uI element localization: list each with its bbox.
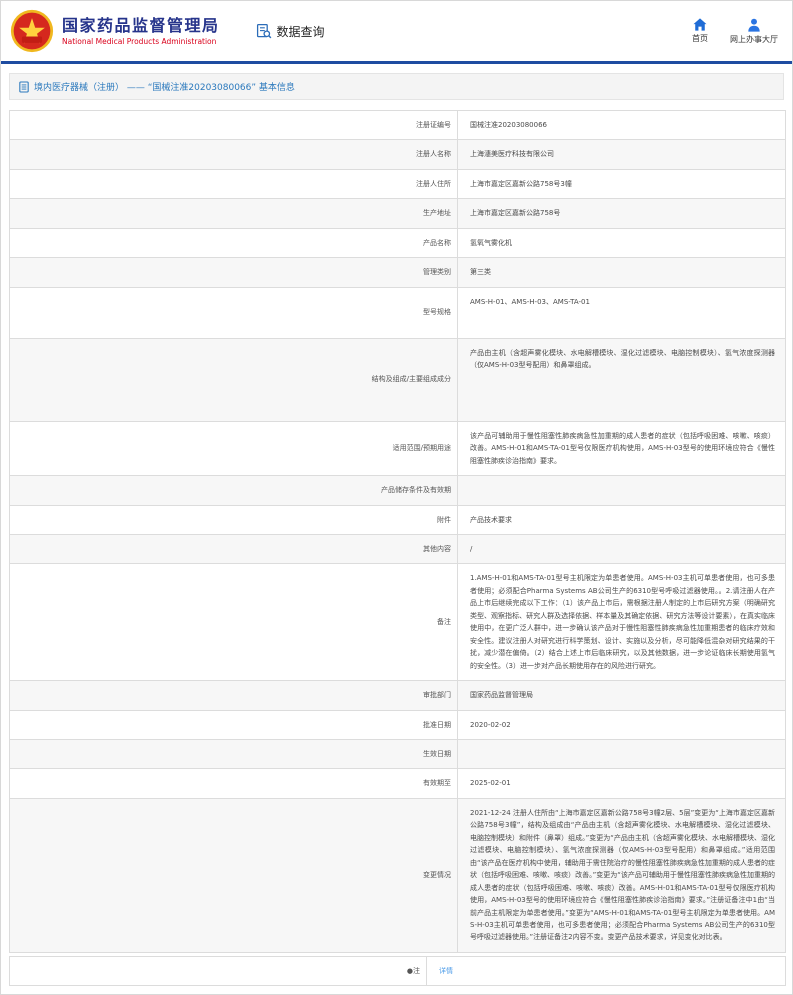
table-row: 批准日期2020-02-02 — [10, 710, 786, 739]
footnote-table: ●注 详情 — [9, 956, 786, 986]
data-query-icon — [256, 23, 272, 39]
online-hall-link[interactable]: 网上办事大厅 — [730, 18, 778, 45]
page-root: 国家药品监督管理局 National Medical Products Admi… — [0, 0, 793, 995]
data-query-label: 数据查询 — [277, 23, 325, 40]
row-label: 管理类别 — [10, 258, 458, 287]
row-value: / — [458, 534, 786, 563]
row-label: 注册人住所 — [10, 169, 458, 198]
details-link[interactable]: 详情 — [439, 967, 453, 975]
table-row: 备注1.AMS-H-01和AMS-TA-01型号主机限定为单患者使用。AMS-H… — [10, 564, 786, 681]
row-value: 产品技术要求 — [458, 505, 786, 534]
row-label: 注册证编号 — [10, 111, 458, 140]
nmpa-emblem-logo — [10, 9, 54, 53]
row-value: 2021-12-24 注册人住所由“上海市嘉定区嘉新公路758号3幢2层、5层”… — [458, 798, 786, 952]
table-row: 变更情况2021-12-24 注册人住所由“上海市嘉定区嘉新公路758号3幢2层… — [10, 798, 786, 952]
document-icon — [19, 81, 29, 93]
row-label: 产品名称 — [10, 228, 458, 257]
row-label: 变更情况 — [10, 798, 458, 952]
row-value — [458, 739, 786, 768]
quick-links: 首页 网上办事大厅 — [686, 18, 782, 45]
table-row: 生产地址上海市嘉定区嘉新公路758号 — [10, 199, 786, 228]
org-name-cn: 国家药品监督管理局 — [62, 16, 220, 35]
row-value: 国家药品监督管理局 — [458, 681, 786, 710]
row-value: 2025-02-01 — [458, 769, 786, 798]
table-row: 注册证编号国械注准20203080066 — [10, 111, 786, 140]
table-row: 产品名称氢氧气雾化机 — [10, 228, 786, 257]
table-row: 附件产品技术要求 — [10, 505, 786, 534]
row-label: 其他内容 — [10, 534, 458, 563]
row-value: 国械注准20203080066 — [458, 111, 786, 140]
brand: 国家药品监督管理局 National Medical Products Admi… — [10, 9, 220, 53]
row-value: 该产品可辅助用于慢性阻塞性肺疾病急性加重期的成人患者的症状（包括呼吸困难、咳嗽、… — [458, 421, 786, 475]
table-row: 结构及组成/主要组成成分产品由主机（含超声雾化模块、水电解槽模块、湿化过滤模块、… — [10, 338, 786, 421]
data-query-tab[interactable]: 数据查询 — [256, 23, 325, 40]
table-row: 其他内容/ — [10, 534, 786, 563]
table-row: 管理类别第三类 — [10, 258, 786, 287]
row-label: 审批部门 — [10, 681, 458, 710]
home-icon — [693, 18, 707, 31]
footnote-row: ●注 详情 — [10, 956, 786, 985]
row-value: AMS-H-01、AMS-H-03、AMS-TA-01 — [458, 287, 786, 338]
table-row: 适用范围/预期用途该产品可辅助用于慢性阻塞性肺疾病急性加重期的成人患者的症状（包… — [10, 421, 786, 475]
table-row: 注册人名称上海潓美医疗科技有限公司 — [10, 140, 786, 169]
home-label: 首页 — [692, 33, 708, 44]
row-label: 产品储存条件及有效期 — [10, 476, 458, 505]
row-value: 1.AMS-H-01和AMS-TA-01型号主机限定为单患者使用。AMS-H-0… — [458, 564, 786, 681]
row-value: 氢氧气雾化机 — [458, 228, 786, 257]
org-name-en: National Medical Products Administration — [62, 37, 220, 46]
page-title: 境内医疗器械（注册） —— “国械注准20203080066” 基本信息 — [34, 80, 295, 93]
site-header: 国家药品监督管理局 National Medical Products Admi… — [1, 1, 792, 64]
table-row: 审批部门国家药品监督管理局 — [10, 681, 786, 710]
row-label: 型号规格 — [10, 287, 458, 338]
row-label: 结构及组成/主要组成成分 — [10, 338, 458, 421]
row-value: 上海潓美医疗科技有限公司 — [458, 140, 786, 169]
row-label: 附件 — [10, 505, 458, 534]
row-value — [458, 476, 786, 505]
row-value: 上海市嘉定区嘉新公路758号 — [458, 199, 786, 228]
user-icon — [747, 18, 761, 32]
brand-text: 国家药品监督管理局 National Medical Products Admi… — [62, 16, 220, 46]
row-value: 2020-02-02 — [458, 710, 786, 739]
breadcrumb: 境内医疗器械（注册） —— “国械注准20203080066” 基本信息 — [9, 73, 784, 100]
row-label: 适用范围/预期用途 — [10, 421, 458, 475]
table-row: 型号规格AMS-H-01、AMS-H-03、AMS-TA-01 — [10, 287, 786, 338]
footnote-label: ●注 — [10, 956, 427, 985]
home-link[interactable]: 首页 — [686, 18, 714, 45]
row-label: 有效期至 — [10, 769, 458, 798]
row-label: 批准日期 — [10, 710, 458, 739]
row-label: 生产地址 — [10, 199, 458, 228]
row-label: 生效日期 — [10, 739, 458, 768]
table-row: 生效日期 — [10, 739, 786, 768]
online-hall-label: 网上办事大厅 — [730, 34, 778, 45]
table-row: 产品储存条件及有效期 — [10, 476, 786, 505]
row-label: 注册人名称 — [10, 140, 458, 169]
row-value: 第三类 — [458, 258, 786, 287]
row-value: 产品由主机（含超声雾化模块、水电解槽模块、湿化过滤模块、电脑控制模块）、氢气浓度… — [458, 338, 786, 421]
table-row: 注册人住所上海市嘉定区嘉新公路758号3幢 — [10, 169, 786, 198]
table-row: 有效期至2025-02-01 — [10, 769, 786, 798]
row-value: 上海市嘉定区嘉新公路758号3幢 — [458, 169, 786, 198]
row-label: 备注 — [10, 564, 458, 681]
registration-info-table: 注册证编号国械注准20203080066注册人名称上海潓美医疗科技有限公司注册人… — [9, 110, 786, 953]
